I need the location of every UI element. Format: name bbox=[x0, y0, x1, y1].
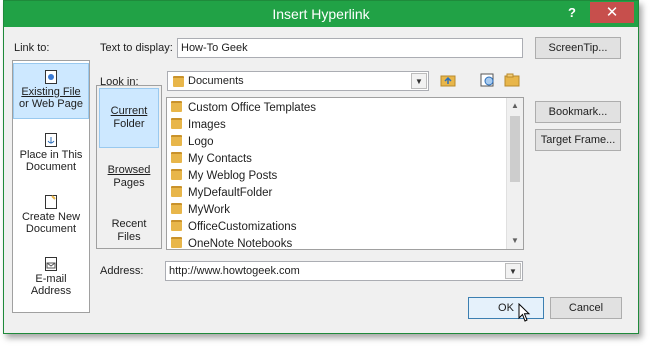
link-place-in-document[interactable]: Place in This Document bbox=[13, 133, 89, 179]
address-value: http://www.howtogeek.com bbox=[169, 265, 300, 277]
folder-icon bbox=[171, 118, 182, 129]
list-item[interactable]: OfficeCustomizations bbox=[171, 219, 296, 236]
bookmark-button[interactable]: Bookmark... bbox=[535, 101, 621, 123]
web-page-icon bbox=[45, 70, 57, 84]
folder-icon bbox=[171, 220, 182, 231]
link-place-line1: Place in This bbox=[19, 149, 83, 161]
nav-recent-line2: Files bbox=[117, 231, 141, 243]
nav-recent-files[interactable]: Recent Files bbox=[99, 204, 159, 246]
file-name: OneNote Notebooks bbox=[188, 238, 293, 250]
nav-browsed-line2: Pages bbox=[113, 177, 145, 189]
folder-icon bbox=[171, 152, 182, 163]
link-email-line1: E-mail bbox=[35, 273, 67, 285]
link-existing-file-line2: or Web Page bbox=[18, 98, 83, 110]
file-name: Custom Office Templates bbox=[188, 102, 317, 114]
mouse-cursor-icon bbox=[518, 303, 531, 322]
folder-icon bbox=[173, 76, 184, 87]
dialog-title: Insert Hyperlink bbox=[272, 6, 370, 22]
document-anchor-icon bbox=[45, 133, 57, 147]
link-place-line2: Document bbox=[25, 161, 77, 173]
dialog-body: Link to: Existing File or Web Page Place… bbox=[4, 27, 638, 333]
text-to-display-input[interactable]: How-To Geek bbox=[177, 38, 523, 58]
folder-icon bbox=[171, 169, 182, 180]
file-name: OfficeCustomizations bbox=[188, 221, 297, 233]
up-folder-icon bbox=[440, 75, 456, 86]
target-frame-button[interactable]: Target Frame... bbox=[535, 129, 621, 151]
file-list-scrollbar[interactable]: ▲ ▼ bbox=[506, 98, 523, 249]
link-existing-file[interactable]: Existing File or Web Page bbox=[13, 63, 89, 119]
up-folder-button[interactable] bbox=[438, 70, 458, 89]
browse-file-icon bbox=[504, 73, 520, 86]
nav-recent-line1: Recent bbox=[111, 218, 147, 230]
file-name: Logo bbox=[188, 136, 214, 148]
address-input[interactable]: http://www.howtogeek.com ▼ bbox=[165, 261, 523, 281]
nav-current-folder[interactable]: Current Folder bbox=[99, 88, 159, 148]
browse-web-icon bbox=[480, 73, 494, 86]
list-item[interactable]: Images bbox=[171, 117, 226, 134]
list-item[interactable]: My Weblog Posts bbox=[171, 168, 277, 185]
screentip-button[interactable]: ScreenTip... bbox=[535, 37, 621, 59]
file-name: MyWork bbox=[188, 204, 230, 216]
look-in-value: Documents bbox=[188, 75, 244, 87]
browse-web-button[interactable] bbox=[478, 70, 498, 89]
list-item[interactable]: OneNote Notebooks bbox=[171, 236, 293, 250]
nav-current-line2: Folder bbox=[113, 118, 145, 130]
nav-browsed-line1: Browsed bbox=[107, 164, 151, 176]
insert-hyperlink-dialog: Insert Hyperlink ? ✕ Link to: Existing F… bbox=[3, 0, 639, 334]
cancel-button[interactable]: Cancel bbox=[550, 297, 622, 319]
browse-nav-panel: Current Folder Browsed Pages Recent File… bbox=[96, 85, 162, 249]
list-item[interactable]: My Contacts bbox=[171, 151, 252, 168]
link-to-label: Link to: bbox=[14, 42, 50, 54]
ok-button[interactable]: OK bbox=[468, 297, 544, 319]
help-button[interactable]: ? bbox=[564, 5, 580, 21]
scroll-up-icon[interactable]: ▲ bbox=[507, 98, 523, 114]
folder-icon bbox=[171, 203, 182, 214]
link-existing-file-line1: Existing File bbox=[21, 86, 81, 98]
link-to-panel: Existing File or Web Page Place in This … bbox=[12, 60, 90, 313]
nav-browsed-pages[interactable]: Browsed Pages bbox=[99, 156, 159, 196]
file-name: Images bbox=[188, 119, 226, 131]
file-name: My Contacts bbox=[188, 153, 252, 165]
folder-icon bbox=[171, 135, 182, 146]
close-button[interactable]: ✕ bbox=[590, 2, 634, 23]
folder-icon bbox=[171, 237, 182, 248]
file-name: MyDefaultFolder bbox=[188, 187, 273, 199]
link-create-line1: Create New bbox=[21, 211, 81, 223]
file-list[interactable]: Custom Office Templates Images Logo My C… bbox=[166, 97, 524, 250]
link-email-line2: Address bbox=[30, 285, 72, 297]
link-email-address[interactable]: E-mail Address bbox=[13, 257, 89, 303]
chevron-down-icon[interactable]: ▼ bbox=[411, 73, 427, 89]
folder-icon bbox=[171, 101, 182, 112]
list-item[interactable]: Custom Office Templates bbox=[171, 100, 316, 117]
address-label: Address: bbox=[100, 265, 144, 277]
new-document-icon bbox=[45, 195, 57, 209]
scroll-down-icon[interactable]: ▼ bbox=[507, 233, 523, 249]
browse-file-button[interactable] bbox=[502, 70, 522, 89]
link-create-line2: Document bbox=[25, 223, 77, 235]
nav-current-line1: Current bbox=[110, 105, 148, 117]
scroll-thumb[interactable] bbox=[510, 116, 520, 182]
title-bar: Insert Hyperlink ? ✕ bbox=[4, 1, 638, 27]
link-create-new-document[interactable]: Create New Document bbox=[13, 195, 89, 241]
chevron-down-icon[interactable]: ▼ bbox=[505, 263, 521, 279]
text-to-display-label: Text to display: bbox=[100, 42, 173, 54]
look-in-select[interactable]: Documents ▼ bbox=[167, 71, 429, 91]
list-item[interactable]: MyWork bbox=[171, 202, 230, 219]
file-name: My Weblog Posts bbox=[188, 170, 278, 182]
list-item[interactable]: Logo bbox=[171, 134, 214, 151]
list-item[interactable]: MyDefaultFolder bbox=[171, 185, 272, 202]
folder-icon bbox=[171, 186, 182, 197]
email-icon bbox=[45, 257, 57, 271]
